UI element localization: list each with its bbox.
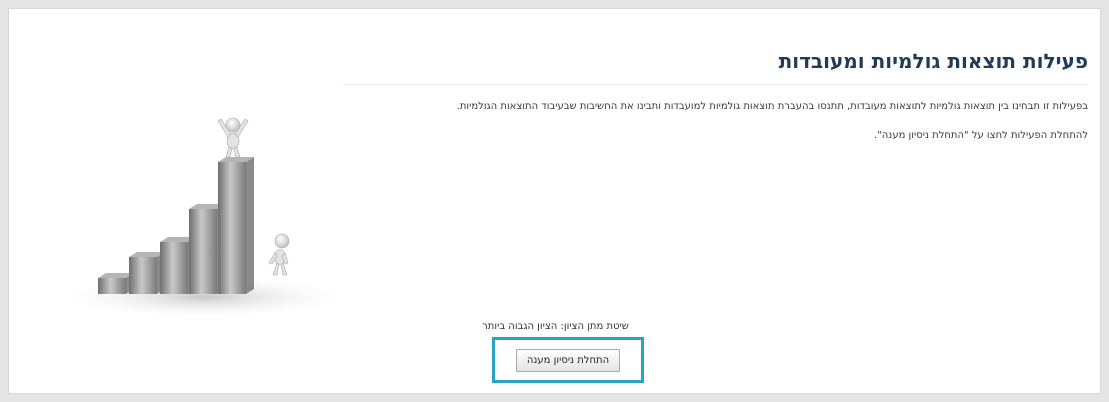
activity-instruction: להתחלת הפעילות לחצו על "התחלת ניסיון מענ… — [874, 130, 1088, 141]
bar-chart-figures-illustration — [54, 117, 354, 319]
figure-on-ground-icon — [268, 233, 290, 276]
page-title: פעילות תוצאות גולמיות ומעובדות — [778, 49, 1088, 73]
start-attempt-button[interactable]: התחלת ניסיון מענה — [515, 348, 621, 372]
bar-2 — [129, 252, 165, 294]
activity-panel: פעילות תוצאות גולמיות ומעובדות בפעילות ז… — [8, 8, 1101, 394]
activity-description: בפעילות זו תבחינו בין תוצאות גולמיות לתו… — [456, 101, 1088, 112]
start-attempt-highlight: התחלת ניסיון מענה — [492, 337, 644, 383]
bar-5 — [218, 157, 254, 294]
title-divider — [343, 84, 1088, 85]
grading-method: שיטת מתן הציון: הציון הגבוה ביותר — [482, 321, 629, 332]
figure-on-top-icon — [217, 117, 249, 158]
bar-1 — [98, 273, 134, 294]
